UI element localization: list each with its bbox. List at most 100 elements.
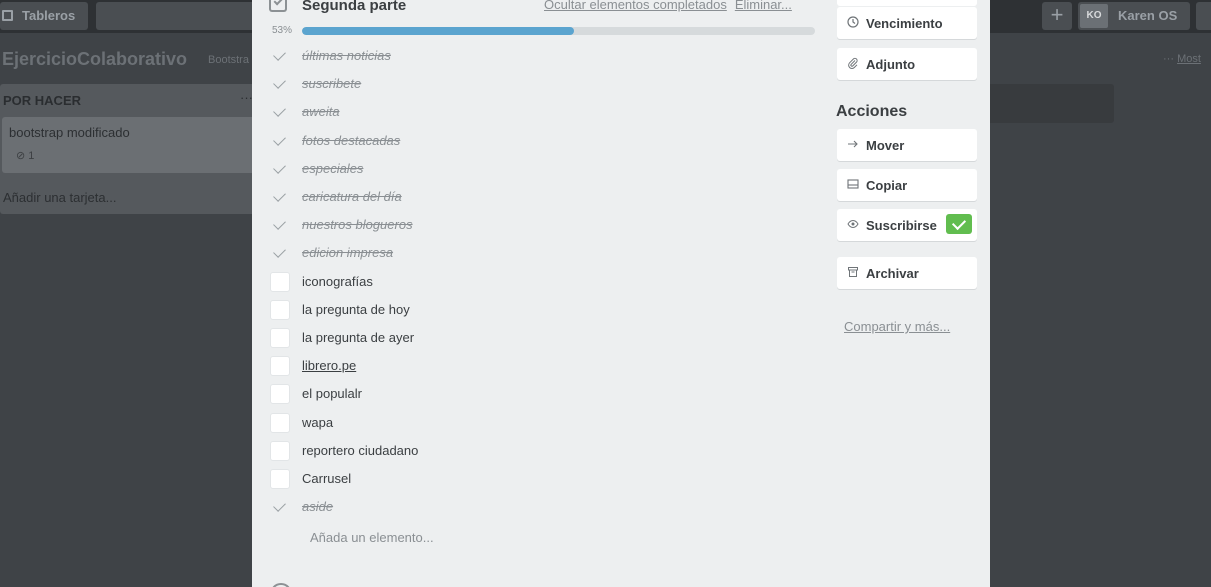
checked-checkbox[interactable] [270,102,290,122]
unchecked-checkbox[interactable] [270,412,290,433]
checklist-item[interactable]: fotos destacadas [252,127,832,155]
checked-checkbox[interactable] [270,74,290,94]
checklist-item-text[interactable]: el populalr [302,386,362,401]
checklist-item-text[interactable]: nuestros blogueros [302,217,413,232]
move-label: Mover [866,138,905,153]
checklist-item[interactable]: la pregunta de hoy [252,296,832,324]
user-name: Karen OS [1118,8,1178,23]
archive-icon [847,266,859,278]
unchecked-checkbox[interactable] [270,271,290,292]
checklist-item[interactable]: librero.pe [252,352,832,380]
checked-checkbox[interactable] [270,46,290,66]
board-team-tag[interactable]: Bootstra [208,54,249,66]
delete-checklist-link[interactable]: Eliminar... [735,0,792,12]
attachment-button[interactable]: Adjunto [837,48,977,80]
checklist-item[interactable]: edicion impresa [252,239,832,267]
arrow-right-icon [847,138,859,150]
checklist-item[interactable]: especiales [252,155,832,183]
card-detail-modal: Segunda parte Ocultar elementos completa… [252,0,990,587]
due-date-button[interactable]: Vencimiento [837,7,977,39]
add-button[interactable]: + [1042,2,1072,30]
checklist-item-text[interactable]: wapa [302,415,333,430]
checklist-item-text[interactable]: últimas noticias [302,48,391,63]
checklist-item-text[interactable]: edicion impresa [302,245,393,260]
archive-label: Archivar [866,266,919,281]
checklist-item-text[interactable]: caricatura del día [302,189,402,204]
checklist-item-text[interactable]: librero.pe [302,358,356,373]
paperclip-icon: ⊘ [16,150,26,162]
attachment-count: 1 [28,150,35,162]
boards-button[interactable]: Tableros [0,2,88,30]
checklist-item-text[interactable]: la pregunta de hoy [302,302,410,317]
checklist-item[interactable]: aweita [252,98,832,126]
unchecked-checkbox[interactable] [270,469,290,489]
checklist-item-text[interactable]: suscribete [302,76,361,91]
unchecked-checkbox[interactable] [270,328,290,348]
unchecked-checkbox[interactable] [270,356,290,377]
show-menu[interactable]: ··· Most [1163,53,1201,65]
checklist-item[interactable]: aside [252,493,832,521]
checklist-item-text[interactable]: aside [302,499,333,514]
checklist-item-text[interactable]: Carrusel [302,471,351,486]
checklist-item-text[interactable]: especiales [302,161,363,176]
more-dots-icon: ··· [1163,53,1174,65]
info-button[interactable] [1196,2,1211,30]
activity-icon [270,583,292,587]
unchecked-checkbox[interactable] [270,384,290,405]
checked-checkbox[interactable] [270,159,290,179]
actions-heading: Acciones [836,103,908,120]
avatar: KO [1080,4,1108,28]
show-menu-link[interactable]: Most [1177,53,1201,65]
move-button[interactable]: Mover [837,129,977,161]
checklist-item[interactable]: Carrusel [252,465,832,493]
checked-checkbox[interactable] [270,243,290,263]
hide-completed-link[interactable]: Ocultar elementos completados [544,0,727,12]
checklist-item-text[interactable]: la pregunta de ayer [302,330,414,345]
clock-icon [847,16,859,28]
checklist-title[interactable]: Segunda parte [302,0,406,14]
unchecked-checkbox[interactable] [270,299,290,320]
add-list-placeholder[interactable] [990,84,1114,123]
archive-button[interactable]: Archivar [837,257,977,289]
checked-checkbox[interactable] [270,131,290,151]
progress-bar [302,27,815,35]
subscribe-label: Suscribirse [866,218,937,233]
card-title: bootstrap modificado [9,125,130,140]
user-menu-button[interactable]: KO Karen OS [1078,2,1190,30]
checklist-item-text[interactable]: aweita [302,104,340,119]
copy-icon [847,178,859,190]
progress-percentage: 53% [272,25,293,36]
copy-button[interactable]: Copiar [837,169,977,201]
checklist-item[interactable]: iconografías [252,268,832,296]
add-card-link[interactable]: Añadir una tarjeta... [3,190,116,205]
subscribe-button[interactable]: Suscribirse [837,209,977,241]
add-item-link[interactable]: Añada un elemento... [310,530,434,545]
checked-checkbox[interactable] [270,187,290,207]
due-date-label: Vencimiento [866,16,943,31]
checklist-item-text[interactable]: fotos destacadas [302,133,400,148]
eye-icon [847,218,859,230]
sidebar-button-partial[interactable] [837,0,977,6]
checklist-item[interactable]: el populalr [252,380,832,408]
checklist-item[interactable]: wapa [252,409,832,437]
boards-label: Tableros [22,8,76,23]
progress-fill [302,27,574,35]
checklist-item-text[interactable]: iconografías [302,274,373,289]
checked-checkbox[interactable] [270,497,290,517]
list-title[interactable]: POR HACER [3,93,81,108]
copy-label: Copiar [866,178,908,193]
paperclip-icon [847,57,859,69]
board-title[interactable]: EjercicioColaborativo [2,49,187,70]
checklist-item[interactable]: nuestros blogueros [252,211,832,239]
checklist-item-text[interactable]: reportero ciudadano [302,443,418,458]
checklist-item[interactable]: últimas noticias [252,42,832,70]
checklist-item[interactable]: suscribete [252,70,832,98]
search-input[interactable] [96,2,256,30]
checklist-item[interactable]: la pregunta de ayer [252,324,832,352]
checklist-item[interactable]: caricatura del día [252,183,832,211]
checklist-item[interactable]: reportero ciudadano [252,437,832,465]
checked-checkbox[interactable] [270,215,290,235]
share-and-more-link[interactable]: Compartir y más... [844,319,950,334]
card-bootstrap-modificado[interactable]: bootstrap modificado ⊘ 1 [2,117,258,173]
unchecked-checkbox[interactable] [270,440,290,461]
